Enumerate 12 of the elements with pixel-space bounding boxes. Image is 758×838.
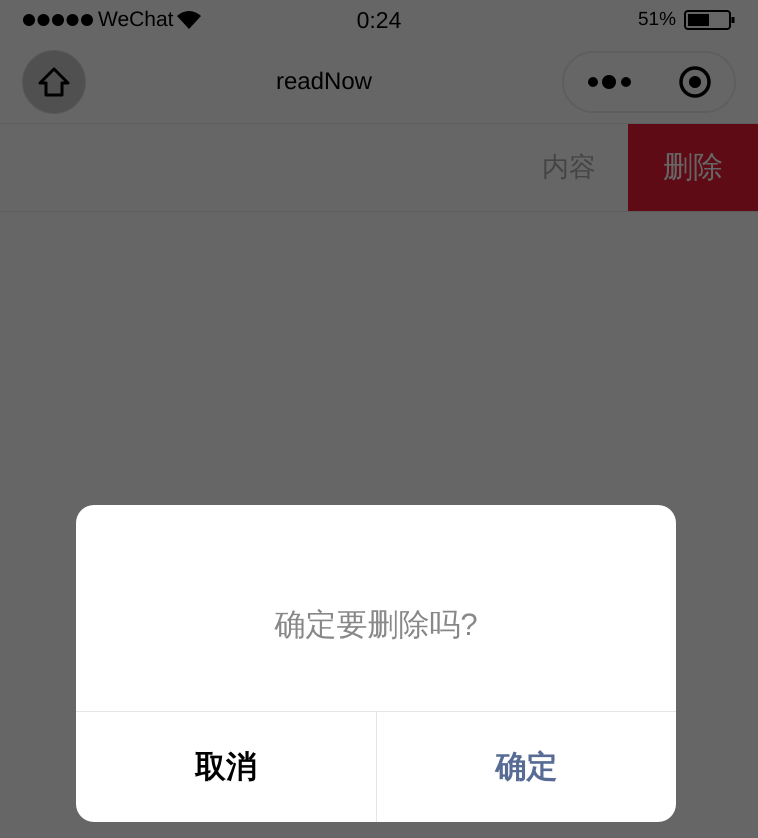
dialog-message: 确定要删除吗? [274, 606, 478, 644]
confirm-button[interactable]: 确定 [376, 712, 676, 822]
page-title: readNow [276, 66, 372, 96]
clock-time: 0:24 [356, 6, 402, 35]
signal-icon [22, 13, 94, 27]
wifi-icon [177, 11, 202, 29]
battery-icon [684, 10, 736, 30]
cancel-button[interactable]: 取消 [76, 712, 376, 822]
close-icon[interactable] [678, 64, 712, 98]
battery-percent: 51% [638, 8, 676, 32]
home-icon [37, 64, 71, 98]
carrier-name: WeChat [98, 7, 174, 34]
